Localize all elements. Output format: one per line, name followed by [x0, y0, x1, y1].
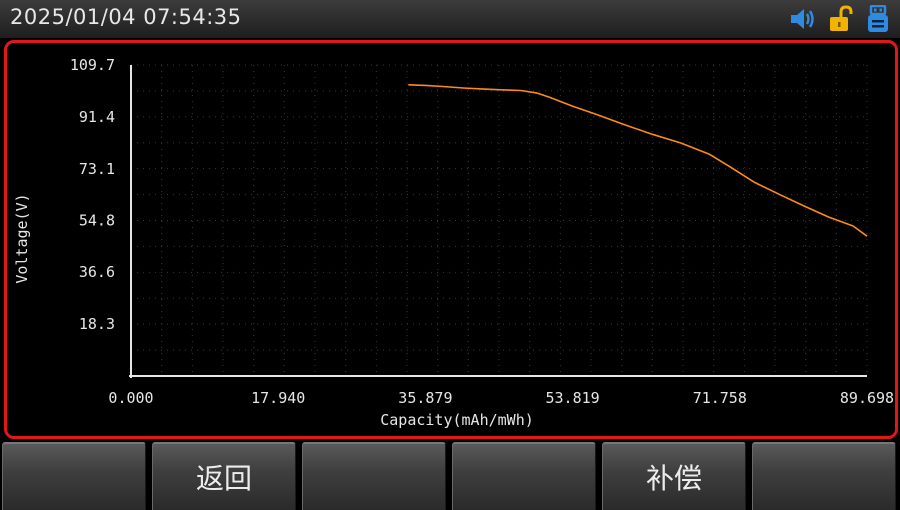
function-button-3[interactable]	[302, 442, 446, 510]
x-axis-label: Capacity(mAh/mWh)	[380, 411, 534, 429]
back-button[interactable]: 返回	[152, 442, 296, 510]
compensate-button[interactable]: 补偿	[602, 442, 746, 510]
x-tick-label: 0.000	[108, 389, 153, 407]
y-tick-label: 54.8	[79, 212, 115, 230]
voltage-capacity-chart: 109.7 91.4 73.1 54.8 36.6 18.3 0.000 17.940 35.8…	[13, 56, 894, 429]
function-button-1[interactable]	[2, 442, 146, 510]
function-button-4[interactable]	[452, 442, 596, 510]
y-tick-label: 18.3	[79, 315, 115, 333]
datetime: 2025/01/04 07:54:35	[10, 5, 242, 29]
x-tick-label: 17.940	[251, 389, 305, 407]
status-bar: 2025/01/04 07:54:35	[0, 0, 900, 38]
status-icons	[788, 5, 890, 33]
x-tick-label: 53.819	[546, 389, 600, 407]
x-tick-label: 35.879	[398, 389, 452, 407]
y-axis-label: Voltage(V)	[13, 193, 31, 283]
function-button-bar: 返回 补偿	[0, 442, 900, 510]
y-tick-label: 109.7	[70, 56, 115, 74]
series-line	[408, 84, 868, 237]
unlock-icon[interactable]	[828, 5, 854, 33]
x-tick-label: 89.698	[840, 389, 894, 407]
function-button-6[interactable]	[752, 442, 896, 510]
chart-panel: 109.7 91.4 73.1 54.8 36.6 18.3 0.000 17.940 35.8…	[4, 40, 898, 439]
speaker-icon[interactable]	[788, 6, 816, 32]
y-tick-label: 73.1	[79, 160, 115, 178]
y-tick-label: 36.6	[79, 263, 115, 281]
y-tick-label: 91.4	[79, 108, 115, 126]
usb-drive-icon[interactable]	[866, 5, 890, 33]
x-tick-label: 71.758	[693, 389, 747, 407]
